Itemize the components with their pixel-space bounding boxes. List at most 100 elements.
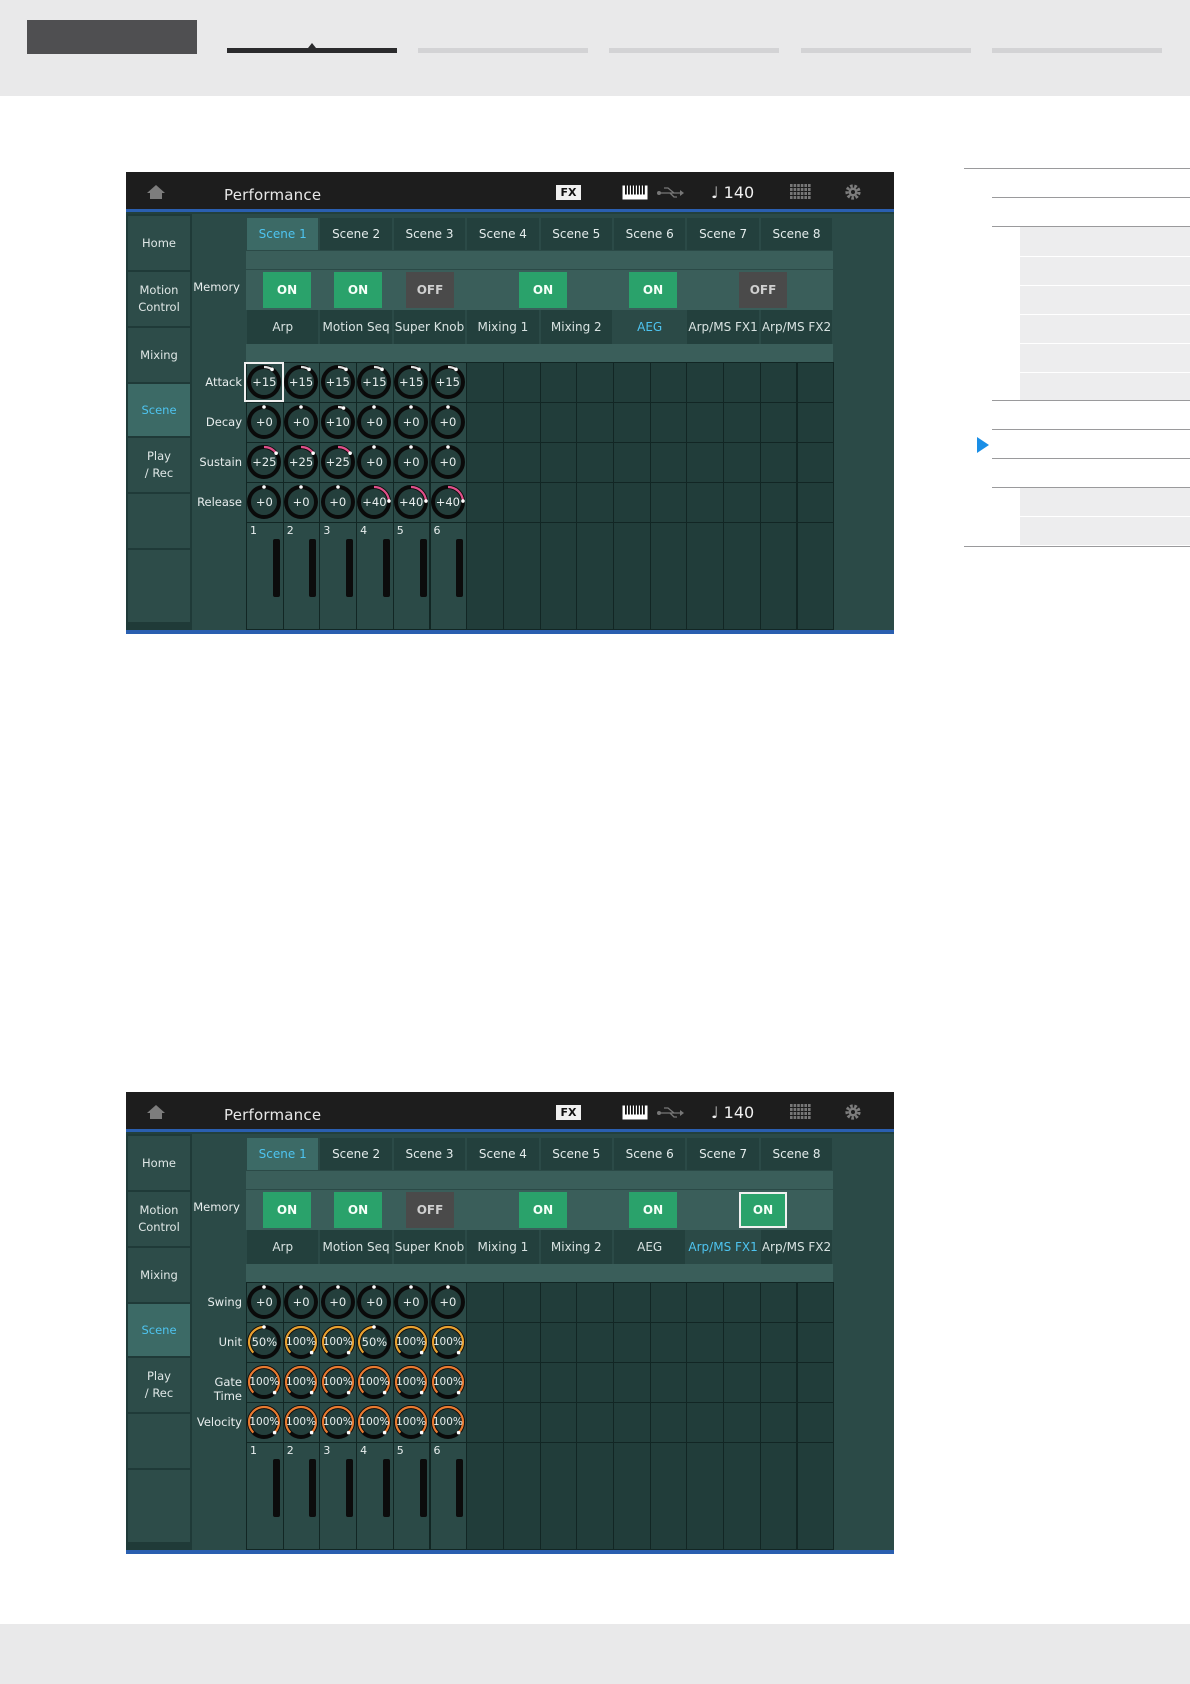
memory-toggle-3[interactable]: OFF	[406, 1192, 454, 1228]
home-icon[interactable]	[146, 1104, 166, 1120]
category-tab-7[interactable]: Arp/MS FX1	[687, 310, 759, 344]
knob-value: 100%	[322, 1416, 353, 1428]
nav-tab-1[interactable]	[227, 48, 397, 53]
side-menu-item-mixing[interactable]: Mixing	[128, 328, 190, 382]
category-tab-5[interactable]: Mixing 2	[540, 1230, 612, 1264]
meter-cell	[796, 1442, 835, 1550]
tab-scene-5[interactable]: Scene 5	[540, 1138, 612, 1170]
fx-badge: FX	[556, 1105, 581, 1120]
tab-scene-6[interactable]: Scene 6	[614, 1138, 686, 1170]
tempo-readout[interactable]: ♩ 140	[711, 183, 754, 202]
category-tab-8[interactable]: Arp/MS FX2	[760, 1230, 833, 1264]
memory-toggle-4[interactable]: ON	[519, 1192, 567, 1228]
grid-cell	[502, 402, 541, 443]
tab-scene-7[interactable]: Scene 7	[687, 1138, 759, 1170]
side-menu-empty	[128, 550, 190, 622]
side-menu-item-play-rec[interactable]: Play / Rec	[128, 438, 190, 492]
page-header	[0, 0, 1190, 96]
memory-toggle-4[interactable]: ON	[519, 272, 567, 308]
part-number: 2	[286, 524, 294, 537]
category-tab-7[interactable]: Arp/MS FX1	[687, 1230, 759, 1264]
tab-scene-7[interactable]: Scene 7	[687, 218, 759, 250]
knob-value: 100%	[396, 1376, 427, 1388]
knob-value: 100%	[396, 1336, 427, 1348]
category-tab-4[interactable]: Mixing 1	[467, 1230, 539, 1264]
grid-cell	[576, 362, 614, 403]
side-menu-item-mixing[interactable]: Mixing	[128, 1248, 190, 1302]
category-tab-6[interactable]: AEG	[614, 1230, 686, 1264]
side-menu-item-scene[interactable]: Scene	[128, 384, 190, 436]
side-menu-item-scene[interactable]: Scene	[128, 1304, 190, 1356]
tab-scene-4[interactable]: Scene 4	[467, 1138, 539, 1170]
memory-toggle-6[interactable]: ON	[739, 1192, 787, 1228]
tab-scene-3[interactable]: Scene 3	[393, 1138, 466, 1170]
grid-cell	[796, 1322, 835, 1363]
param-label-unit: Unit	[218, 1335, 242, 1349]
tempo-readout[interactable]: ♩ 140	[711, 1103, 754, 1122]
category-underline	[246, 1264, 834, 1282]
home-icon[interactable]	[146, 184, 166, 200]
category-tab-5[interactable]: Mixing 2	[540, 310, 612, 344]
category-tab-3[interactable]: Super Knob	[393, 310, 466, 344]
side-menu-item-motion-control[interactable]: Motion Control	[128, 272, 190, 326]
tab-scene-4[interactable]: Scene 4	[467, 218, 539, 250]
part-level-meter	[346, 1459, 354, 1517]
tab-scene-1[interactable]: Scene 1	[247, 218, 319, 250]
memory-toggle-1[interactable]: ON	[263, 1192, 311, 1228]
category-tab-4[interactable]: Mixing 1	[467, 310, 539, 344]
tab-scene-8[interactable]: Scene 8	[760, 1138, 833, 1170]
category-tab-2[interactable]: Motion Seq	[320, 310, 392, 344]
usb-icon	[656, 185, 684, 199]
meter-cell	[502, 522, 541, 630]
memory-toggle-3[interactable]: OFF	[406, 272, 454, 308]
category-tab-2[interactable]: Motion Seq	[320, 1230, 392, 1264]
nav-tab-3[interactable]	[609, 48, 779, 53]
part-level-meter	[419, 539, 427, 597]
side-menu-item-play-rec[interactable]: Play / Rec	[128, 1358, 190, 1412]
nav-tab-4[interactable]	[801, 48, 971, 53]
side-menu-item-home[interactable]: Home	[128, 216, 190, 270]
memory-toggle-2[interactable]: ON	[334, 272, 382, 308]
scene-tab-underline	[246, 251, 834, 269]
tab-scene-8[interactable]: Scene 8	[760, 218, 833, 250]
memory-toggle-1[interactable]: ON	[263, 272, 311, 308]
tab-scene-3[interactable]: Scene 3	[393, 218, 466, 250]
grid-cell	[759, 1322, 798, 1363]
grid-cell	[576, 1282, 614, 1323]
memory-toggle-5[interactable]: ON	[629, 272, 677, 308]
memory-toggle-5[interactable]: ON	[629, 1192, 677, 1228]
nav-tab-5[interactable]	[992, 48, 1162, 53]
memory-toggle-2[interactable]: ON	[334, 1192, 382, 1228]
category-tab-3[interactable]: Super Knob	[393, 1230, 466, 1264]
grid-cell	[613, 1322, 651, 1363]
grid-cell	[576, 482, 614, 523]
outline-rule	[992, 458, 1190, 459]
category-tab-1[interactable]: Arp	[247, 1230, 319, 1264]
tab-scene-2[interactable]: Scene 2	[320, 218, 392, 250]
category-tab-1[interactable]: Arp	[247, 310, 319, 344]
side-menu-item-home[interactable]: Home	[128, 1136, 190, 1190]
memory-label: Memory	[193, 280, 240, 294]
nav-tab-2[interactable]	[418, 48, 588, 53]
category-tab-8[interactable]: Arp/MS FX2	[760, 310, 833, 344]
grid-cell	[613, 402, 651, 443]
tab-scene-6[interactable]: Scene 6	[614, 218, 686, 250]
memory-toggle-6[interactable]: OFF	[739, 272, 787, 308]
gear-icon[interactable]	[843, 1102, 863, 1122]
grid-cell	[723, 362, 761, 403]
grid-cell	[502, 442, 541, 483]
gear-icon[interactable]	[843, 182, 863, 202]
screen-title: Performance	[224, 1106, 322, 1124]
tab-scene-5[interactable]: Scene 5	[540, 218, 612, 250]
grid-cell	[613, 1402, 651, 1443]
grid-icon[interactable]	[790, 184, 812, 200]
side-menu-item-motion-control[interactable]: Motion Control	[128, 1192, 190, 1246]
tab-scene-2[interactable]: Scene 2	[320, 1138, 392, 1170]
outline-rule	[1020, 372, 1190, 373]
knob-value: +0	[365, 415, 383, 429]
tab-scene-1[interactable]: Scene 1	[247, 1138, 319, 1170]
grid-cell	[502, 1282, 541, 1323]
grid-icon[interactable]	[790, 1104, 812, 1120]
grid-cell	[649, 362, 688, 403]
category-tab-6[interactable]: AEG	[614, 310, 686, 344]
